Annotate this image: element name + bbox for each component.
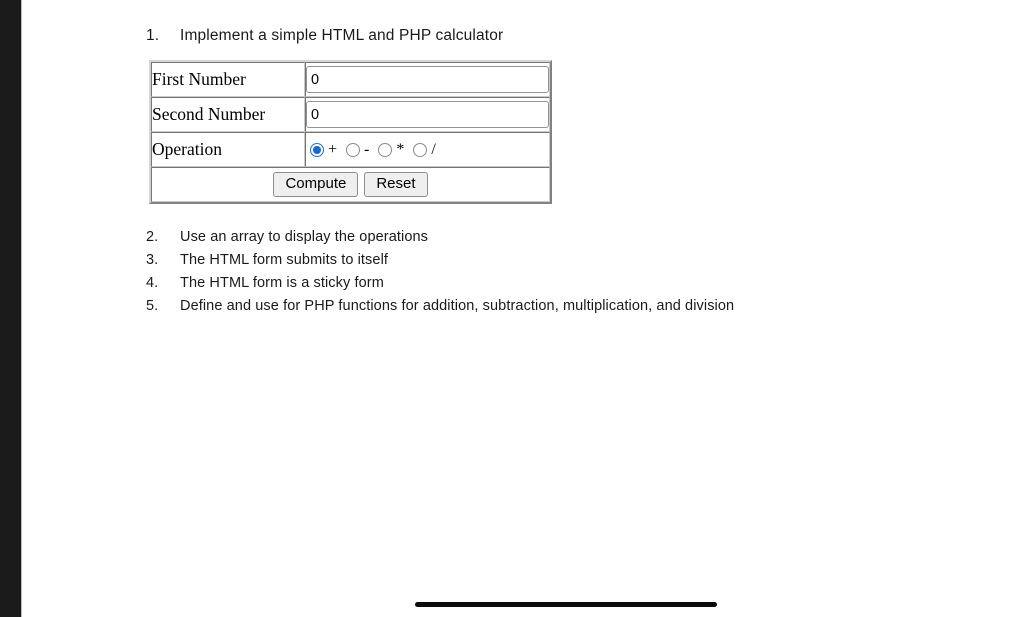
operation-symbol-add: + (328, 140, 338, 158)
second-number-label: Second Number (152, 104, 266, 124)
operation-symbol-subtract: - (364, 140, 370, 158)
operation-radio-divide[interactable]: / (413, 140, 436, 158)
list-item-number: 5. (146, 298, 159, 314)
page-title: Implement a simple HTML and PHP calculat… (180, 27, 504, 44)
radio-icon[interactable] (346, 142, 361, 157)
operation-label-cell: Operation (151, 132, 305, 167)
left-bezel (0, 0, 21, 617)
table-row: First Number (151, 62, 550, 97)
first-number-label-cell: First Number (151, 62, 305, 97)
operation-label: Operation (152, 139, 222, 159)
radio-icon[interactable] (413, 142, 428, 157)
operation-radio-subtract[interactable]: - (346, 140, 370, 158)
calculator-form: First Number Second Number (149, 60, 976, 204)
document-content: 1. Implement a simple HTML and PHP calcu… (146, 0, 976, 321)
page-canvas: 1. Implement a simple HTML and PHP calcu… (0, 0, 1024, 617)
form-buttons-cell: Compute Reset (151, 167, 550, 202)
table-row: Compute Reset (151, 167, 550, 202)
first-number-field-cell (305, 62, 550, 97)
calculator-table: First Number Second Number (149, 60, 552, 204)
list-item: 3. The HTML form submits to itself (146, 252, 976, 268)
radio-icon-selected[interactable] (310, 142, 324, 157)
home-indicator[interactable] (415, 602, 717, 607)
list-item-label: Define and use for PHP functions for add… (180, 298, 735, 314)
list-item-label: The HTML form is a sticky form (180, 275, 384, 291)
list-item-number: 2. (146, 229, 159, 245)
list-item: 4. The HTML form is a sticky form (146, 275, 976, 291)
operation-symbol-divide: / (431, 140, 436, 158)
first-number-label: First Number (152, 69, 246, 89)
table-row: Operation + - * / (151, 132, 550, 167)
operation-radio-add[interactable]: + (310, 140, 338, 158)
list-item-label: Use an array to display the operations (180, 229, 429, 245)
second-number-label-cell: Second Number (151, 97, 305, 132)
compute-button[interactable]: Compute (273, 171, 359, 198)
requirements-list: 2. Use an array to display the operation… (146, 229, 976, 314)
operation-symbol-multiply: * (396, 140, 405, 158)
heading-number: 1. (146, 27, 160, 44)
list-item-label: The HTML form submits to itself (180, 252, 389, 268)
first-number-input[interactable] (306, 66, 549, 93)
second-number-input[interactable] (306, 101, 549, 128)
radio-icon[interactable] (378, 142, 393, 157)
table-row: Second Number (151, 97, 550, 132)
second-number-field-cell (305, 97, 550, 132)
list-item: 5. Define and use for PHP functions for … (146, 298, 976, 314)
list-item: 2. Use an array to display the operation… (146, 229, 976, 245)
heading-item-1: 1. Implement a simple HTML and PHP calcu… (146, 27, 976, 45)
left-bezel-edge (21, 0, 22, 617)
list-item-number: 4. (146, 275, 159, 291)
operation-field-cell: + - * / (305, 132, 550, 167)
operation-radio-group: + - * / (306, 133, 549, 166)
list-item-number: 3. (146, 252, 159, 268)
operation-radio-multiply[interactable]: * (378, 140, 405, 158)
reset-button[interactable]: Reset (364, 171, 428, 198)
